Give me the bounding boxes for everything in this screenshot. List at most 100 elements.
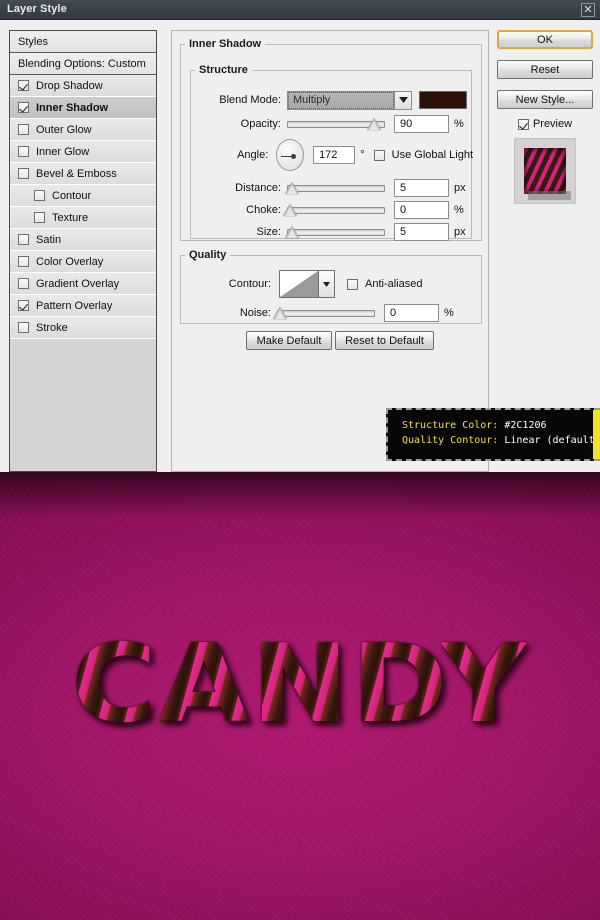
make-default-button[interactable]: Make Default (246, 331, 332, 350)
noise-input[interactable]: 0 (384, 304, 439, 322)
candy-text-wrapper: CANDY (0, 622, 600, 747)
style-label-inner-shadow: Inner Shadow (36, 101, 109, 114)
style-row-gradient-overlay[interactable]: Gradient Overlay (10, 273, 156, 295)
style-label-outer-glow: Outer Glow (36, 123, 92, 136)
style-label-stroke: Stroke (36, 321, 68, 334)
blend-mode-value: Multiply (288, 91, 394, 109)
size-slider-thumb[interactable] (285, 226, 299, 238)
style-row-texture[interactable]: Texture (10, 207, 156, 229)
tooltip-line-quality-contour: Quality Contour: Linear (default) (402, 433, 600, 448)
annotation-tooltip: Structure Color: #2C1206 Quality Contour… (386, 408, 600, 461)
blending-options-row[interactable]: Blending Options: Custom (10, 53, 156, 75)
style-label-contour: Contour (52, 189, 92, 202)
opacity-input[interactable]: 90 (394, 115, 449, 133)
style-row-color-overlay[interactable]: Color Overlay (10, 251, 156, 273)
checkbox-outer-glow[interactable] (18, 124, 29, 135)
structure-group: Structure Blend Mode: Multiply Opacity: (190, 64, 473, 242)
angle-row: Angle: 172 ° Use Global Light (191, 137, 473, 173)
checkbox-bevel-emboss[interactable] (18, 168, 29, 179)
style-row-inner-glow[interactable]: Inner Glow (10, 141, 156, 163)
checkbox-texture[interactable] (34, 212, 45, 223)
style-label-texture: Texture (52, 211, 89, 224)
checkbox-anti-aliased[interactable] (347, 278, 358, 290)
checkbox-inner-glow[interactable] (18, 146, 29, 157)
checkbox-drop-shadow[interactable] (18, 80, 29, 91)
contour-dropdown-arrow-icon[interactable] (319, 270, 335, 298)
angle-dial-knob (291, 153, 297, 159)
checkbox-stroke[interactable] (18, 322, 29, 333)
layer-style-dialog: Styles Blending Options: Custom Drop Sha… (0, 20, 600, 472)
checkbox-color-overlay[interactable] (18, 256, 29, 267)
reset-button[interactable]: Reset (497, 60, 593, 79)
distance-row: Distance: 5 px (191, 178, 473, 198)
angle-dial[interactable] (276, 139, 305, 171)
opacity-slider[interactable] (287, 117, 385, 131)
distance-slider-thumb[interactable] (285, 182, 299, 194)
styles-list[interactable]: Styles Blending Options: Custom Drop Sha… (9, 30, 157, 472)
distance-slider[interactable] (285, 181, 385, 195)
style-row-bevel-emboss[interactable]: Bevel & Emboss (10, 163, 156, 185)
candy-text: CANDY (71, 622, 529, 747)
ok-button[interactable]: OK (497, 30, 593, 49)
blend-mode-select[interactable]: Multiply (287, 90, 412, 110)
style-label-inner-glow: Inner Glow (36, 145, 90, 158)
choke-label: Choke: (246, 204, 281, 216)
inner-shadow-group-title: Inner Shadow (189, 38, 262, 50)
size-slider[interactable] (285, 225, 385, 239)
distance-input[interactable]: 5 (394, 179, 449, 197)
window-titlebar: Layer Style ✕ (0, 0, 600, 20)
noise-slider-thumb[interactable] (273, 307, 287, 319)
styles-list-header: Styles (10, 31, 156, 53)
checkbox-inner-shadow[interactable] (18, 102, 29, 113)
style-row-inner-shadow[interactable]: Inner Shadow (10, 97, 156, 119)
checkbox-contour[interactable] (34, 190, 45, 201)
preview-label: Preview (532, 118, 573, 130)
shadow-color-swatch[interactable] (419, 91, 467, 109)
checkbox-use-global-light[interactable] (373, 149, 385, 161)
distance-unit: px (454, 182, 466, 194)
use-global-light-label: Use Global Light (391, 149, 473, 161)
checkbox-gradient-overlay[interactable] (18, 278, 29, 289)
size-slider-track (287, 229, 385, 236)
style-row-contour[interactable]: Contour (10, 185, 156, 207)
size-row: Size: 5 px (191, 222, 473, 242)
checkbox-satin[interactable] (18, 234, 29, 245)
style-label-bevel-emboss: Bevel & Emboss (36, 167, 117, 180)
noise-unit: % (444, 307, 454, 319)
tooltip-structure-color-key: Structure Color: (402, 420, 499, 431)
preview-thumbnail (524, 148, 571, 200)
noise-slider[interactable] (273, 306, 375, 320)
style-row-pattern-overlay[interactable]: Pattern Overlay (10, 295, 156, 317)
choke-unit: % (454, 204, 464, 216)
preview-toggle[interactable]: Preview (497, 118, 593, 130)
quality-group: Quality Contour: Anti-aliased Noise: 0 % (180, 249, 482, 324)
choke-slider[interactable] (283, 203, 385, 217)
structure-group-title: Structure (199, 64, 248, 76)
contour-label: Contour: (228, 278, 271, 290)
style-label-color-overlay: Color Overlay (36, 255, 104, 268)
new-style-button[interactable]: New Style... (497, 90, 593, 109)
angle-input[interactable]: 172 (313, 146, 356, 164)
size-input[interactable]: 5 (394, 223, 449, 241)
checkbox-preview[interactable] (517, 118, 529, 130)
choke-slider-thumb[interactable] (283, 204, 297, 216)
contour-picker[interactable] (279, 270, 335, 298)
size-unit: px (454, 226, 466, 238)
choke-slider-track (287, 207, 385, 214)
contour-row: Contour: Anti-aliased (181, 269, 483, 299)
distance-label: Distance: (235, 182, 281, 194)
choke-input[interactable]: 0 (394, 201, 449, 219)
style-row-satin[interactable]: Satin (10, 229, 156, 251)
chevron-down-icon[interactable] (394, 91, 411, 109)
angle-label: Angle: (237, 149, 269, 161)
noise-slider-track (277, 310, 375, 317)
reset-to-default-button[interactable]: Reset to Default (335, 331, 434, 350)
checkbox-pattern-overlay[interactable] (18, 300, 29, 311)
style-row-outer-glow[interactable]: Outer Glow (10, 119, 156, 141)
style-row-drop-shadow[interactable]: Drop Shadow (10, 75, 156, 97)
blend-mode-row: Blend Mode: Multiply (191, 90, 473, 110)
close-icon[interactable]: ✕ (581, 3, 595, 17)
opacity-slider-thumb[interactable] (367, 118, 381, 130)
style-row-stroke[interactable]: Stroke (10, 317, 156, 339)
opacity-row: Opacity: 90 % (191, 114, 473, 134)
